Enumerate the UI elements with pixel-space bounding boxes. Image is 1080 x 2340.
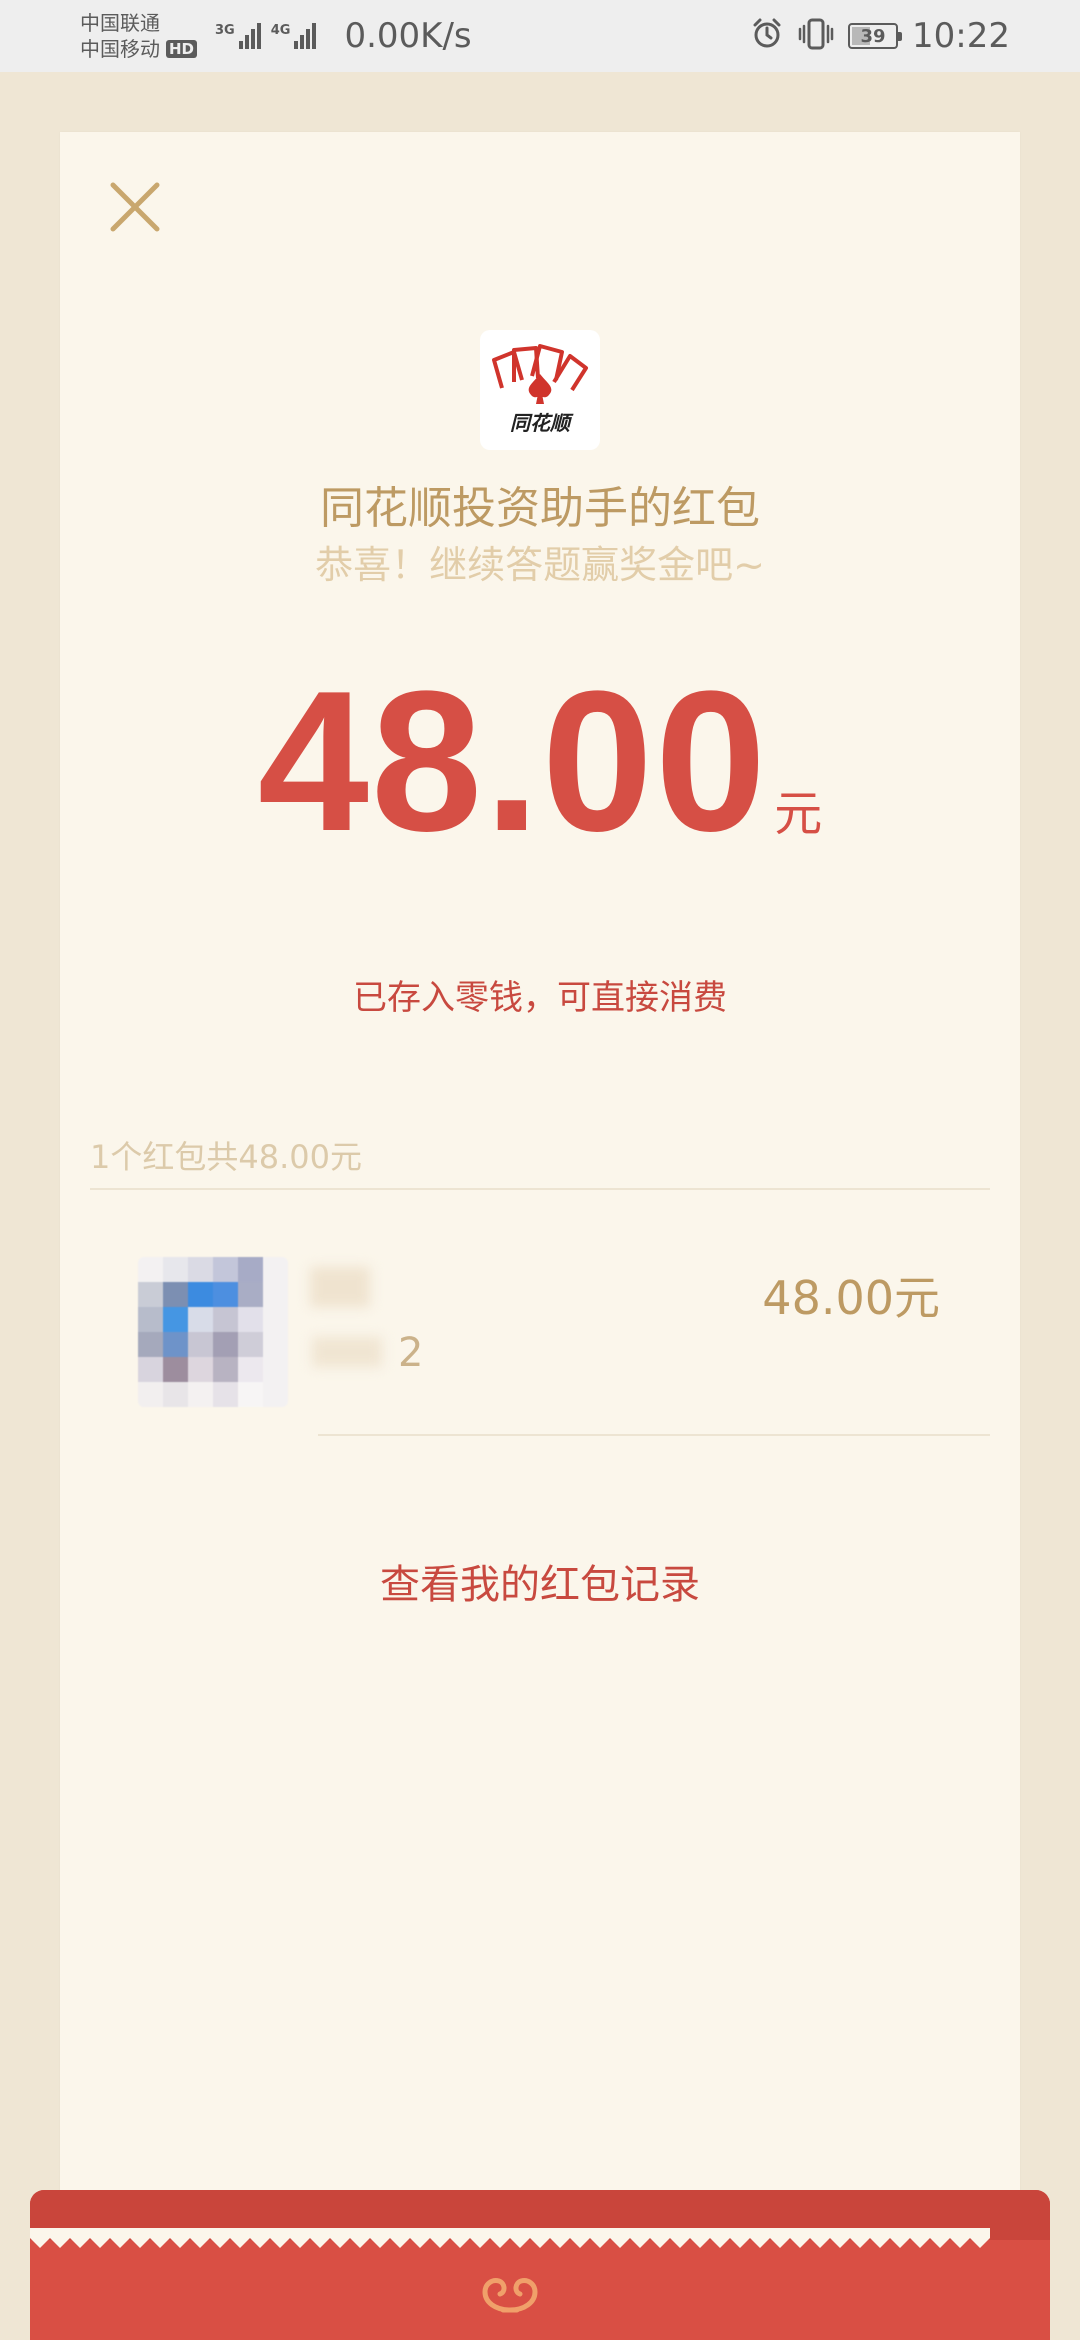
signal-3g-icon: 3G — [215, 23, 261, 49]
carrier-info: 中国联通 中国移动 HD — [80, 10, 198, 62]
signal-3g-label: 3G — [215, 23, 235, 38]
red-packet-card: 同花顺 同花顺投资助手的红包 恭喜！继续答题赢奖金吧~ 48.00 元 已存入零钱… — [60, 132, 1020, 2252]
sender-info-digit: 2 — [398, 1330, 424, 1376]
alarm-icon — [750, 17, 784, 55]
cloud-ornament-icon — [482, 2278, 538, 2313]
packet-subtitle: 恭喜！继续答题赢奖金吧~ — [315, 543, 765, 587]
carrier-2: 中国移动 — [80, 37, 160, 61]
status-right: 39 10:22 — [750, 16, 1010, 56]
hd-badge: HD — [166, 40, 198, 58]
sender-name-redacted — [310, 1267, 370, 1307]
vibrate-icon — [798, 17, 834, 55]
packet-title: 同花顺投资助手的红包 — [320, 483, 760, 534]
battery-icon: 39 — [848, 23, 903, 49]
item-divider — [318, 1434, 990, 1436]
battery-level: 39 — [860, 25, 886, 47]
signal-4g-label: 4G — [270, 23, 291, 38]
avatar[interactable] — [138, 1257, 288, 1407]
amount-display: 48.00 元 — [60, 652, 1020, 872]
summary-divider — [90, 1188, 990, 1190]
carrier-1: 中国联通 — [80, 11, 160, 35]
status-bar: 中国联通 中国移动 HD 3G 4G 0.00K/s 39 10:22 — [0, 0, 1080, 72]
zigzag-edge — [30, 2228, 990, 2248]
signal-indicators: 3G 4G — [215, 23, 317, 49]
view-records-link[interactable]: 查看我的红包记录 — [60, 1552, 1020, 1610]
sender-info-redacted — [312, 1337, 382, 1367]
amount-value: 48.00 — [257, 650, 769, 873]
signal-4g-icon: 4G — [271, 23, 317, 49]
close-icon[interactable] — [100, 172, 170, 242]
stored-note: 已存入零钱，可直接消费 — [353, 978, 727, 1018]
amount-unit: 元 — [774, 786, 823, 842]
close-button[interactable] — [100, 172, 170, 242]
item-amount: 48.00元 — [762, 1271, 940, 1325]
clock: 10:22 — [912, 16, 1010, 56]
logo-text: 同花顺 — [510, 411, 570, 435]
carrier-2-row: 中国移动 HD — [80, 36, 198, 62]
network-speed: 0.00K/s — [344, 16, 472, 56]
app-logo: 同花顺 — [480, 330, 600, 450]
packet-summary: 1个红包共48.00元 — [90, 1138, 362, 1176]
status-left: 中国联通 中国移动 HD 3G 4G 0.00K/s — [80, 10, 472, 62]
